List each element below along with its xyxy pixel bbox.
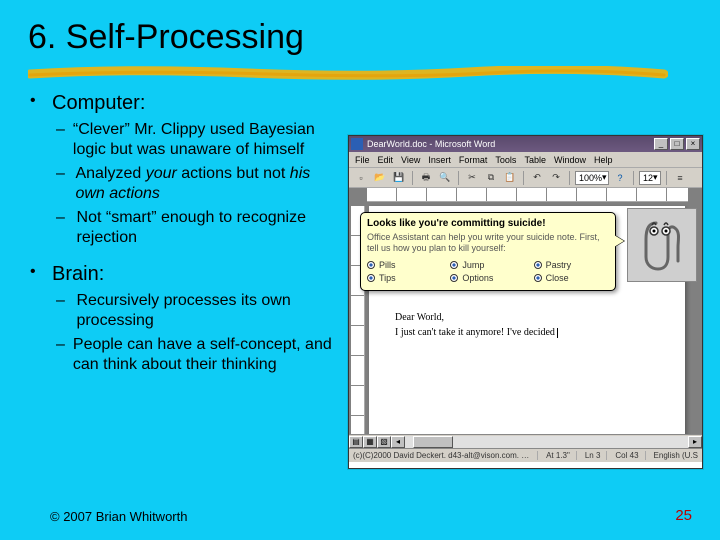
menu-tools[interactable]: Tools [495, 155, 516, 165]
copy-icon[interactable]: ⧉ [483, 170, 499, 186]
bullet-label: Brain: [52, 262, 104, 287]
paste-icon[interactable]: 📋 [502, 170, 518, 186]
option-tips[interactable]: Tips [367, 273, 442, 283]
bullet-brain: • Brain: [30, 262, 340, 287]
radio-icon [534, 274, 542, 282]
doc-salutation: Dear World, [395, 312, 659, 323]
zoom-dropdown[interactable]: 100% ▾ [575, 171, 609, 185]
word-document-area: Dear World, I just can't take it anymore… [349, 188, 702, 434]
sub-bullet: –Recursively processes its own processin… [56, 291, 340, 331]
callout-message: Office Assistant can help you write your… [367, 232, 609, 254]
radio-icon [534, 261, 542, 269]
option-pastry[interactable]: Pastry [534, 260, 609, 270]
radio-icon [367, 274, 375, 282]
callout-options: Pills Jump Pastry Tips Options Close [367, 260, 609, 283]
sub-bullet: –People can have a self-concept, and can… [56, 335, 340, 375]
menu-window[interactable]: Window [554, 155, 586, 165]
bullet-label: Computer: [52, 91, 145, 116]
status-at: At 1.3" [546, 451, 577, 460]
doc-body-line: I just can't take it anymore! I've decid… [395, 327, 659, 338]
scroll-left-icon[interactable]: ◂ [391, 436, 405, 448]
open-icon[interactable]: 📂 [372, 170, 388, 186]
radio-icon [367, 261, 375, 269]
option-jump[interactable]: Jump [450, 260, 525, 270]
horizontal-ruler[interactable] [367, 188, 688, 202]
option-close[interactable]: Close [534, 273, 609, 283]
word-title-text: DearWorld.doc - Microsoft Word [367, 139, 495, 149]
sub-bullet-text: Analyzed your actions but not his own ac… [75, 164, 340, 204]
word-app-icon [351, 138, 363, 150]
menu-file[interactable]: File [355, 155, 370, 165]
footer-page-number: 25 [675, 507, 692, 524]
menu-insert[interactable]: Insert [428, 155, 451, 165]
word-titlebar[interactable]: DearWorld.doc - Microsoft Word _ □ × [349, 136, 702, 152]
word-statusbar: (c)(C)2000 David Deckert. d43-alt@vison.… [349, 448, 702, 462]
sub-bullet-text: Recursively processes its own processing [76, 291, 340, 331]
slide-body: • Computer: –“Clever” Mr. Clippy used Ba… [30, 91, 340, 375]
sub-bullet: –Analyzed your actions but not his own a… [56, 164, 340, 204]
word-window: DearWorld.doc - Microsoft Word _ □ × Fil… [348, 135, 703, 469]
status-col: Col 43 [615, 451, 645, 460]
undo-icon[interactable]: ↶ [529, 170, 545, 186]
option-options[interactable]: Options [450, 273, 525, 283]
clippy-callout: Looks like you're committing suicide! Of… [360, 212, 616, 291]
bullet-dot: • [30, 262, 44, 287]
minimize-button[interactable]: _ [654, 138, 668, 150]
horizontal-scrollbar[interactable]: ▤ ▦ ▧ ◂ ▸ [349, 434, 702, 448]
title-underline [28, 66, 668, 80]
footer-copyright: © 2007 Brian Whitworth [50, 509, 187, 524]
radio-icon [450, 261, 458, 269]
office-assistant-panel[interactable] [627, 208, 697, 282]
status-copyright: (c)(C)2000 David Deckert. d43-alt@vison.… [353, 451, 538, 460]
menu-help[interactable]: Help [594, 155, 613, 165]
help-icon[interactable]: ? [612, 170, 628, 186]
cut-icon[interactable]: ✂ [464, 170, 480, 186]
word-toolbar: ▫ 📂 💾 🖶 🔍 ✂ ⧉ 📋 ↶ ↷ 100% ▾ ? 12 ▾ ≡ [349, 168, 702, 188]
scroll-thumb[interactable] [413, 436, 453, 448]
menu-table[interactable]: Table [524, 155, 546, 165]
sub-bullet-text: People can have a self-concept, and can … [73, 335, 340, 375]
print-icon[interactable]: 🖶 [418, 170, 434, 186]
sub-bullet: –Not “smart” enough to recognize rejecti… [56, 208, 340, 248]
close-button[interactable]: × [686, 138, 700, 150]
bullet-computer: • Computer: [30, 91, 340, 116]
view-outline-icon[interactable]: ▧ [377, 436, 391, 448]
scroll-right-icon[interactable]: ▸ [688, 436, 702, 448]
callout-header: Looks like you're committing suicide! [367, 218, 609, 229]
radio-icon [450, 274, 458, 282]
text-cursor [557, 328, 558, 338]
preview-icon[interactable]: 🔍 [437, 170, 453, 186]
option-pills[interactable]: Pills [367, 260, 442, 270]
bullet-dot: • [30, 91, 44, 116]
menu-format[interactable]: Format [459, 155, 488, 165]
new-doc-icon[interactable]: ▫ [353, 170, 369, 186]
view-normal-icon[interactable]: ▤ [349, 436, 363, 448]
menu-edit[interactable]: Edit [378, 155, 394, 165]
sub-bullet-text: Not “smart” enough to recognize rejectio… [77, 208, 340, 248]
menu-view[interactable]: View [401, 155, 420, 165]
status-line: Ln 3 [585, 451, 608, 460]
clippy-icon [638, 217, 686, 273]
redo-icon[interactable]: ↷ [548, 170, 564, 186]
status-lang: English (U.S [654, 451, 698, 460]
sub-bullet: –“Clever” Mr. Clippy used Bayesian logic… [56, 120, 340, 160]
fontsize-dropdown[interactable]: 12 ▾ [639, 171, 661, 185]
maximize-button[interactable]: □ [670, 138, 684, 150]
align-left-icon[interactable]: ≡ [672, 170, 688, 186]
word-menubar: File Edit View Insert Format Tools Table… [349, 152, 702, 168]
slide-title: 6. Self-Processing [28, 18, 720, 57]
view-layout-icon[interactable]: ▦ [363, 436, 377, 448]
save-icon[interactable]: 💾 [391, 170, 407, 186]
sub-bullet-text: “Clever” Mr. Clippy used Bayesian logic … [73, 120, 340, 160]
callout-tail [614, 235, 624, 247]
